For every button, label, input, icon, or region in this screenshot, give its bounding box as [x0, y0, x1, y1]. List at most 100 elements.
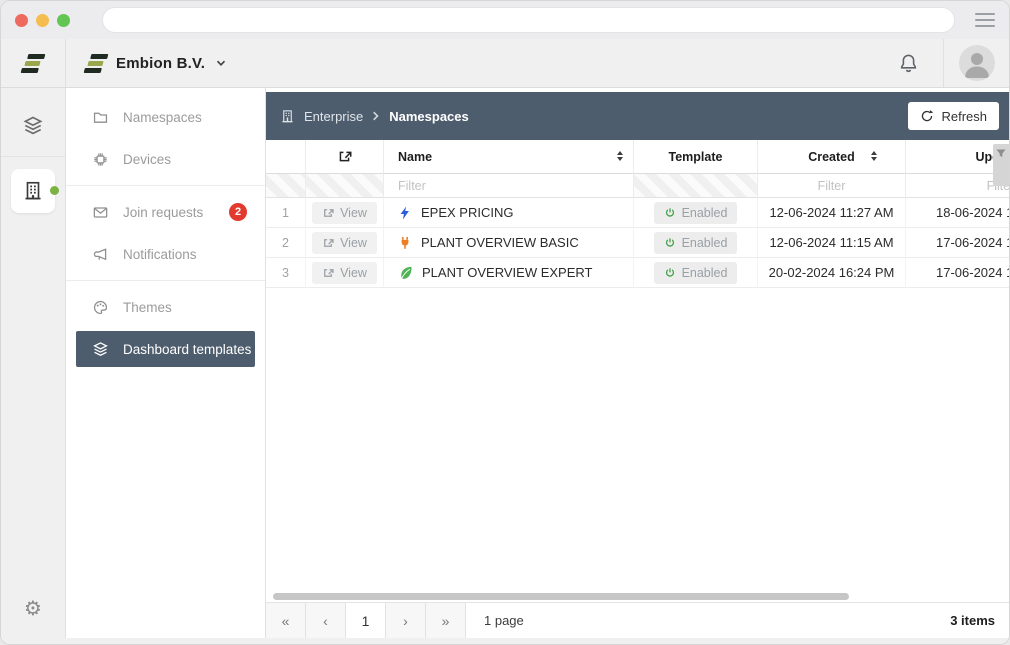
megaphone-icon [92, 246, 109, 263]
created-date: 12-06-2024 11:27 AM [758, 198, 906, 228]
address-bar[interactable] [102, 7, 955, 33]
folder-icon [92, 109, 109, 126]
settings-gear-icon[interactable]: ⚙ [24, 596, 42, 620]
embion-logo-icon [84, 54, 109, 73]
lightning-icon [398, 206, 412, 220]
power-icon [664, 267, 676, 279]
updated-date: 17-06-2024 14: [906, 228, 1009, 258]
minimize-window-button[interactable] [36, 14, 49, 27]
refresh-label: Refresh [941, 109, 987, 124]
sidebar-item-label: Dashboard templates [123, 342, 251, 357]
sidebar-item-dashboard-templates[interactable]: Dashboard templates [76, 331, 255, 367]
first-page-button[interactable]: « [266, 603, 306, 639]
rail-divider [1, 156, 65, 157]
icon-rail: ⚙ [1, 88, 66, 638]
external-link-icon [322, 207, 334, 219]
org-switcher[interactable]: Embion B.V. [66, 39, 247, 87]
row-index: 3 [266, 258, 306, 288]
sidebar-item-label: Notifications [123, 247, 197, 262]
column-header-name[interactable]: Name [384, 140, 634, 174]
updated-date: 18-06-2024 12: [906, 198, 1009, 228]
sidebar-item-devices[interactable]: Devices [66, 138, 265, 180]
column-header-template: Template [634, 140, 758, 174]
avatar [959, 45, 995, 81]
external-link-icon [322, 267, 334, 279]
updated-date: 17-06-2024 16: [906, 258, 1009, 288]
embion-logo-icon [21, 54, 46, 73]
layers-icon [22, 115, 44, 137]
filter-panel-toggle[interactable] [993, 144, 1009, 186]
sidebar-item-join-requests[interactable]: Join requests 2 [66, 191, 265, 233]
close-window-button[interactable] [15, 14, 28, 27]
notifications-bell-button[interactable] [874, 39, 943, 87]
refresh-button[interactable]: Refresh [908, 102, 999, 130]
created-filter-input[interactable] [758, 175, 905, 197]
status-badge: Enabled [654, 262, 738, 284]
sort-icon [617, 151, 623, 161]
pagination-bar: « ‹ 1 › » 1 page 3 items [266, 602, 1009, 638]
column-header-index [266, 140, 306, 174]
maximize-window-button[interactable] [57, 14, 70, 27]
sort-icon [871, 151, 877, 161]
rail-dashboards-button[interactable] [11, 106, 55, 146]
funnel-icon [996, 149, 1006, 159]
table-header-row: Name Template Created Update [266, 140, 1009, 174]
power-icon [664, 207, 676, 219]
last-page-button[interactable]: » [426, 603, 466, 639]
next-page-button[interactable]: › [386, 603, 426, 639]
app-header: Embion B.V. [1, 39, 1009, 88]
org-name: Embion B.V. [116, 55, 205, 72]
status-badge: Enabled [654, 232, 738, 254]
bell-icon [898, 53, 919, 74]
current-page-button[interactable]: 1 [346, 603, 386, 639]
view-button[interactable]: View [312, 202, 377, 224]
status-badge: Enabled [654, 202, 738, 224]
chip-icon [92, 151, 109, 168]
page-count-label: 1 page [484, 613, 524, 628]
sidebar: Namespaces Devices Join requests 2 [66, 88, 266, 638]
sidebar-divider [66, 185, 265, 186]
column-header-created[interactable]: Created [758, 140, 906, 174]
created-date: 12-06-2024 11:15 AM [758, 228, 906, 258]
building-icon [22, 180, 44, 202]
hamburger-icon[interactable] [975, 13, 995, 27]
view-button[interactable]: View [312, 232, 377, 254]
palette-icon [92, 299, 109, 316]
created-date: 20-02-2024 16:24 PM [758, 258, 906, 288]
window-bottom-edge [1, 638, 1009, 644]
sidebar-item-themes[interactable]: Themes [66, 286, 265, 328]
sidebar-item-label: Join requests [123, 205, 203, 220]
refresh-icon [920, 109, 934, 123]
previous-page-button[interactable]: ‹ [306, 603, 346, 639]
table-row: 3 View [266, 258, 1009, 288]
power-icon [664, 237, 676, 249]
table-empty-area [266, 288, 1009, 590]
breadcrumb-enterprise-link[interactable]: Enterprise [304, 109, 363, 124]
filter-cell-disabled [306, 174, 384, 198]
breadcrumb-bar: Enterprise Namespaces Refresh [266, 92, 1009, 140]
sidebar-item-notifications[interactable]: Notifications [66, 233, 265, 275]
browser-window: Embion B.V. [0, 0, 1010, 645]
horizontal-scrollbar-thumb[interactable] [273, 593, 849, 600]
name-filter-input[interactable] [384, 175, 633, 197]
items-count-label: 3 items [950, 613, 995, 628]
table-row: 2 View [266, 228, 1009, 258]
join-requests-count-badge: 2 [229, 203, 247, 221]
breadcrumb-namespaces-link[interactable]: Namespaces [389, 109, 469, 124]
rail-enterprise-button[interactable] [11, 169, 55, 213]
row-index: 2 [266, 228, 306, 258]
sidebar-item-namespaces[interactable]: Namespaces [66, 96, 265, 138]
app-logo-button[interactable] [1, 39, 66, 87]
templates-table: Name Template Created Update [266, 140, 1009, 288]
external-link-icon [322, 237, 334, 249]
row-index: 1 [266, 198, 306, 228]
template-name: PLANT OVERVIEW BASIC [421, 235, 579, 250]
horizontal-scrollbar [266, 590, 1009, 602]
view-button[interactable]: View [312, 262, 377, 284]
leaf-icon [398, 265, 413, 280]
active-enterprise-dot [50, 186, 59, 195]
user-menu-button[interactable] [943, 39, 1009, 87]
chevron-down-icon [215, 57, 227, 69]
browser-chrome [1, 1, 1009, 39]
sidebar-item-label: Devices [123, 152, 171, 167]
